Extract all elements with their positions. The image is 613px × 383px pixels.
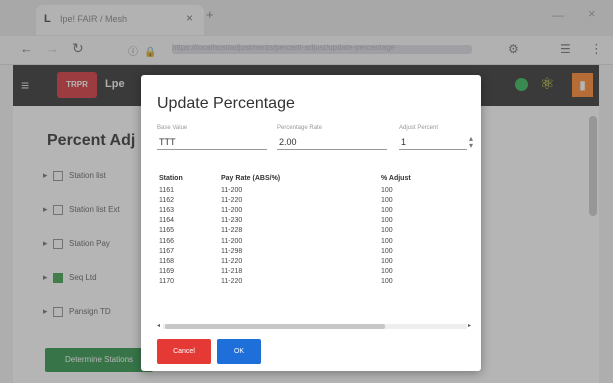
field-label: Base Value [157, 125, 188, 131]
table-cell: 1169 [159, 268, 175, 276]
table-cell: 100 [381, 268, 393, 276]
table-row[interactable]: 1168 11-220 100 [157, 256, 439, 266]
table-cell: 11-228 [221, 227, 243, 235]
table-row[interactable]: 1163 11-200 100 [157, 205, 439, 215]
column-header[interactable]: % Adjust [379, 171, 439, 185]
base-value-field: Base Value [157, 125, 267, 155]
column-header[interactable]: Station [157, 171, 219, 185]
scroll-left-icon[interactable]: ◂ [157, 322, 160, 329]
table-cell: 11-218 [221, 268, 243, 276]
field-label: Percentage Rate [277, 125, 323, 131]
table-cell: 1161 [159, 186, 175, 194]
table-cell: 11-220 [221, 196, 243, 204]
table-row[interactable]: 1166 11-200 100 [157, 236, 439, 246]
column-header[interactable]: Pay Rate (ABS/%) [219, 171, 379, 185]
table-cell: 11-230 [221, 217, 243, 225]
table-cell: 11-220 [221, 278, 243, 286]
cancel-button[interactable]: Cancel [157, 339, 211, 364]
table-cell: 100 [381, 237, 393, 245]
table-cell: 100 [381, 217, 393, 225]
table-row[interactable]: 1165 11-228 100 [157, 226, 439, 236]
table-row[interactable]: 1164 11-230 100 [157, 216, 439, 226]
table-cell: 1168 [159, 257, 175, 265]
table-cell: 1170 [159, 278, 175, 286]
update-percentage-dialog: Update Percentage Base Value Percentage … [141, 75, 481, 371]
table-cell: 1163 [159, 206, 175, 214]
table-cell: 11-200 [221, 186, 243, 194]
table-row[interactable]: 1170 11-220 100 [157, 277, 439, 287]
table-cell: 1167 [159, 247, 175, 255]
ok-button[interactable]: OK [217, 339, 261, 364]
scrollbar-thumb[interactable] [165, 324, 385, 329]
table-cell: 1162 [159, 196, 175, 204]
stations-table: Station Pay Rate (ABS/%) % Adjust 1161 11… [157, 171, 477, 331]
percentage-rate-input[interactable] [277, 135, 387, 150]
field-label: Adjust Percent [399, 125, 439, 131]
table-cell: 11-200 [221, 206, 243, 214]
table-cell: 1165 [159, 227, 175, 235]
table-cell: 1166 [159, 237, 175, 245]
base-value-input[interactable] [157, 135, 267, 150]
horizontal-scrollbar[interactable]: ◂ ▸ [157, 323, 473, 330]
table-cell: 100 [381, 227, 393, 235]
adjust-percent-input[interactable] [399, 135, 467, 150]
table-cell: 100 [381, 206, 393, 214]
table-cell: 11-220 [221, 257, 243, 265]
stepper-arrows-icon[interactable]: ▴ ▾ [469, 135, 473, 150]
table-cell: 11-298 [221, 247, 243, 255]
table-cell: 100 [381, 196, 393, 204]
table-cell: 100 [381, 257, 393, 265]
table-cell: 100 [381, 186, 393, 194]
dialog-title: Update Percentage [157, 95, 295, 112]
table-cell: 1164 [159, 217, 175, 225]
table-cell: 100 [381, 247, 393, 255]
table-header-row: Station Pay Rate (ABS/%) % Adjust [157, 171, 439, 185]
table-cell: 11-200 [221, 237, 243, 245]
table-row[interactable]: 1162 11-220 100 [157, 195, 439, 205]
scroll-right-icon[interactable]: ▸ [468, 322, 471, 329]
table-row[interactable]: 1169 11-218 100 [157, 267, 439, 277]
table-row[interactable]: 1161 11-200 100 [157, 185, 439, 195]
percentage-rate-field: Percentage Rate [277, 125, 387, 155]
adjust-percent-field: Adjust Percent ▴▾ [399, 125, 475, 155]
table-row[interactable]: 1167 11-298 100 [157, 246, 439, 256]
table-cell: 100 [381, 278, 393, 286]
